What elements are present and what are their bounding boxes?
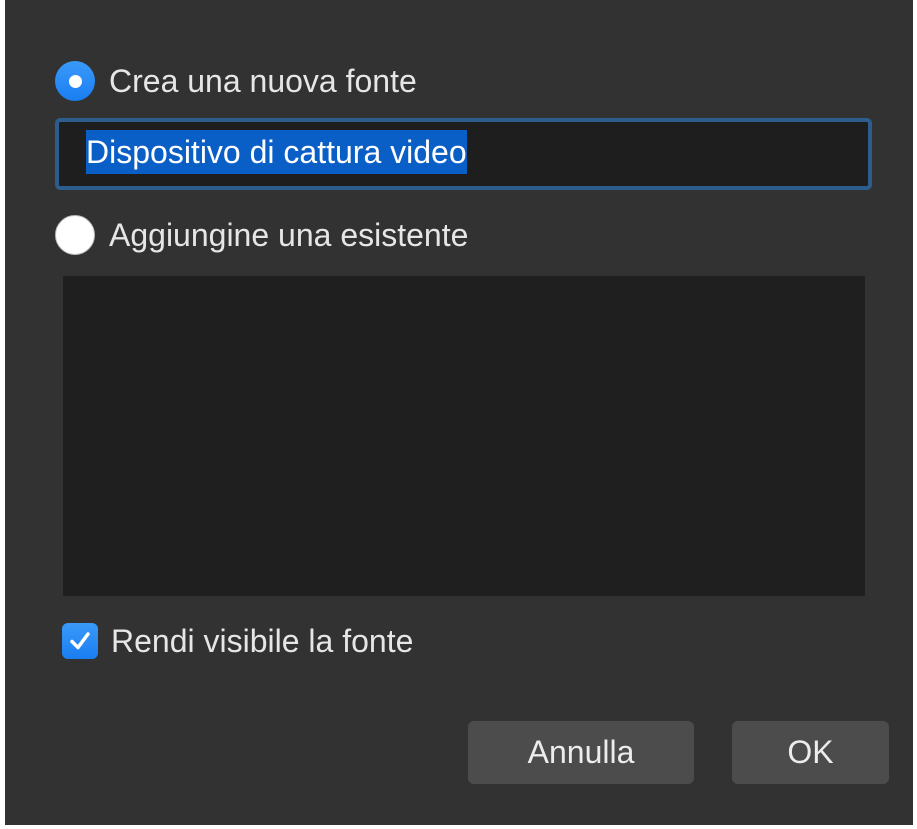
existing-sources-list[interactable] xyxy=(63,276,865,596)
radio-unselected-icon[interactable] xyxy=(55,215,95,255)
create-new-source-option[interactable]: Crea una nuova fonte xyxy=(55,59,417,103)
ok-button[interactable]: OK xyxy=(732,721,889,784)
add-existing-source-label: Aggiungine una esistente xyxy=(109,216,469,253)
add-source-dialog: Crea una nuova fonte Dispositivo di catt… xyxy=(5,0,913,825)
checkmark-icon xyxy=(70,632,90,650)
add-existing-source-option[interactable]: Aggiungine una esistente xyxy=(55,213,468,257)
cancel-button[interactable]: Annulla xyxy=(468,721,694,784)
make-visible-label: Rendi visibile la fonte xyxy=(111,622,414,659)
make-visible-checkbox[interactable] xyxy=(62,623,98,659)
source-name-input[interactable]: Dispositivo di cattura video xyxy=(55,118,872,190)
radio-selected-icon[interactable] xyxy=(55,61,95,101)
source-name-value: Dispositivo di cattura video xyxy=(86,130,467,174)
radio-dot xyxy=(68,74,82,88)
create-new-source-label: Crea una nuova fonte xyxy=(109,62,417,99)
make-visible-checkbox-row[interactable]: Rendi visibile la fonte xyxy=(62,621,413,661)
